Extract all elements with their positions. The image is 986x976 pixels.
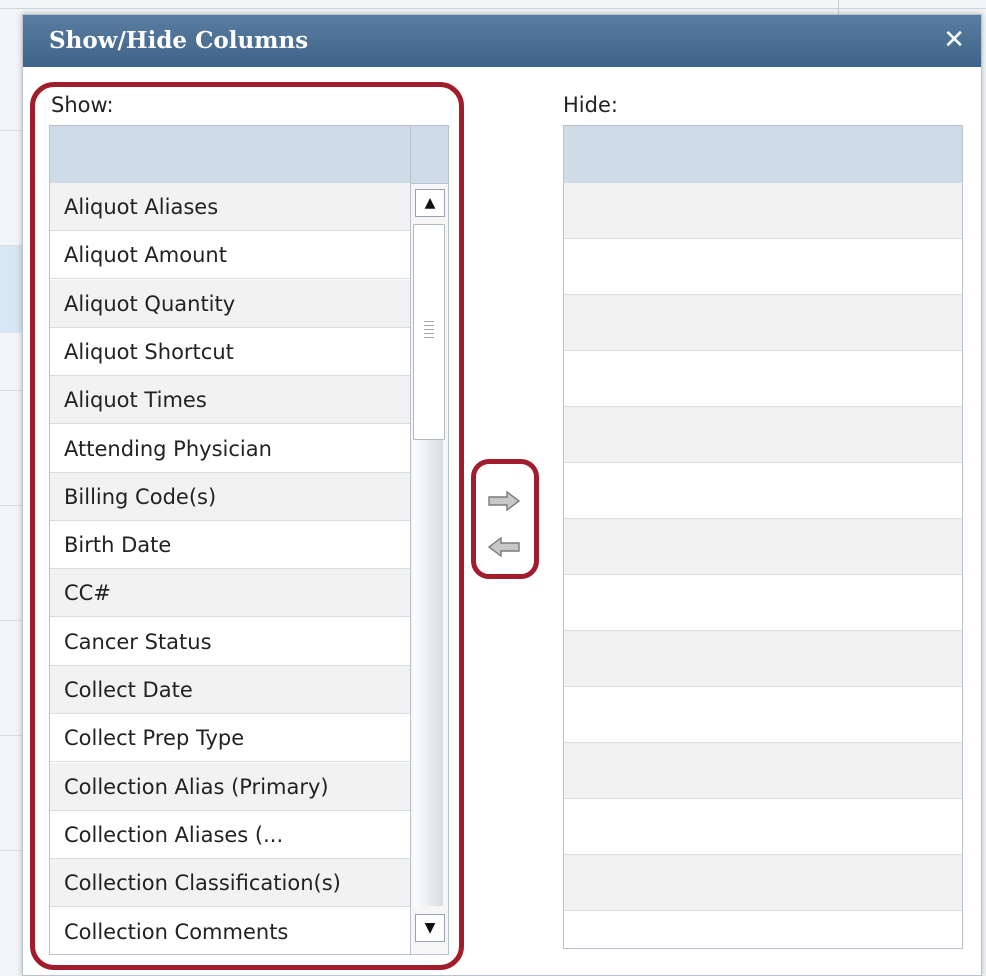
scrollbar-header-cell — [411, 126, 448, 184]
hide-list-empty-row — [564, 295, 962, 351]
hide-list-empty-row — [564, 519, 962, 575]
scrollbar-grip — [424, 325, 434, 326]
background-divider — [838, 0, 839, 14]
hide-list-empty-row — [564, 855, 962, 911]
hide-list-empty-row — [564, 743, 962, 799]
show-list-item[interactable]: Cancer Status — [50, 617, 410, 666]
hide-list-empty-row — [564, 687, 962, 743]
background-row-line — [0, 505, 24, 506]
hide-list-empty-row — [564, 407, 962, 463]
move-buttons-group — [475, 461, 535, 579]
show-list-item[interactable]: Collect Prep Type — [50, 714, 410, 763]
show-list-item[interactable]: Billing Code(s) — [50, 472, 410, 521]
background-row-line — [0, 735, 24, 736]
hide-list-empty-row — [564, 911, 962, 948]
show-list-item[interactable]: Aliquot Times — [50, 376, 410, 425]
show-list-item[interactable]: Aliquot Quantity — [50, 279, 410, 328]
show-list-item[interactable]: Birth Date — [50, 521, 410, 570]
scrollbar-grip — [424, 321, 434, 322]
hide-columns-list[interactable] — [563, 125, 963, 949]
hide-list-empty-row — [564, 351, 962, 407]
show-list-item[interactable]: Collection Classification(s) — [50, 859, 410, 908]
scrollbar-grip — [424, 329, 434, 330]
background-row-line — [0, 245, 24, 246]
hide-list-empty-row — [564, 463, 962, 519]
show-list-item[interactable]: Collection Comments — [50, 907, 410, 954]
hide-list-empty-row — [564, 575, 962, 631]
scrollbar-thumb[interactable] — [413, 224, 445, 440]
hide-list-empty-row — [564, 799, 962, 855]
show-list-item[interactable]: Aliquot Amount — [50, 231, 410, 280]
scroll-down-button[interactable]: ▼ — [415, 914, 445, 942]
scroll-up-button[interactable]: ▲ — [415, 189, 445, 217]
move-left-arrow-icon[interactable] — [487, 535, 521, 559]
hide-list-empty-row — [564, 183, 962, 239]
hide-label: Hide: — [563, 93, 618, 117]
show-list-item[interactable]: Collection Aliases (... — [50, 810, 410, 859]
dialog-titlebar: Show/Hide Columns ✕ — [23, 15, 981, 67]
scrollbar-grip — [424, 337, 434, 338]
close-icon[interactable]: ✕ — [943, 25, 965, 55]
show-label: Show: — [51, 93, 114, 117]
hide-list-header — [564, 126, 962, 184]
background-row-line — [0, 620, 24, 621]
background-row-line — [0, 130, 24, 131]
background-row-line — [0, 850, 24, 851]
show-hide-columns-dialog: Show/Hide Columns ✕ Show: Hide: Aliquot … — [22, 14, 982, 976]
show-list-header — [50, 126, 410, 184]
dialog-title: Show/Hide Columns — [49, 27, 309, 54]
show-list-item[interactable]: Attending Physician — [50, 424, 410, 473]
show-list-scrollbar[interactable]: ▲ ▼ — [410, 126, 448, 954]
move-right-arrow-icon[interactable] — [487, 489, 521, 513]
scrollbar-track — [413, 426, 443, 906]
background-selected-row — [0, 245, 24, 333]
hide-list-empty-row — [564, 631, 962, 687]
show-list-item[interactable]: CC# — [50, 569, 410, 618]
hide-list-empty-row — [564, 239, 962, 295]
show-list-item[interactable]: Collect Date — [50, 666, 410, 714]
show-list-item[interactable]: Collection Alias (Primary) — [50, 762, 410, 811]
background-row-line — [0, 390, 24, 391]
show-list-item[interactable]: Aliquot Aliases — [50, 183, 410, 231]
scrollbar-grip — [424, 333, 434, 334]
show-list-item[interactable]: Aliquot Shortcut — [50, 327, 410, 376]
show-columns-list[interactable]: Aliquot Aliases Aliquot Amount Aliquot Qua… — [49, 125, 449, 955]
